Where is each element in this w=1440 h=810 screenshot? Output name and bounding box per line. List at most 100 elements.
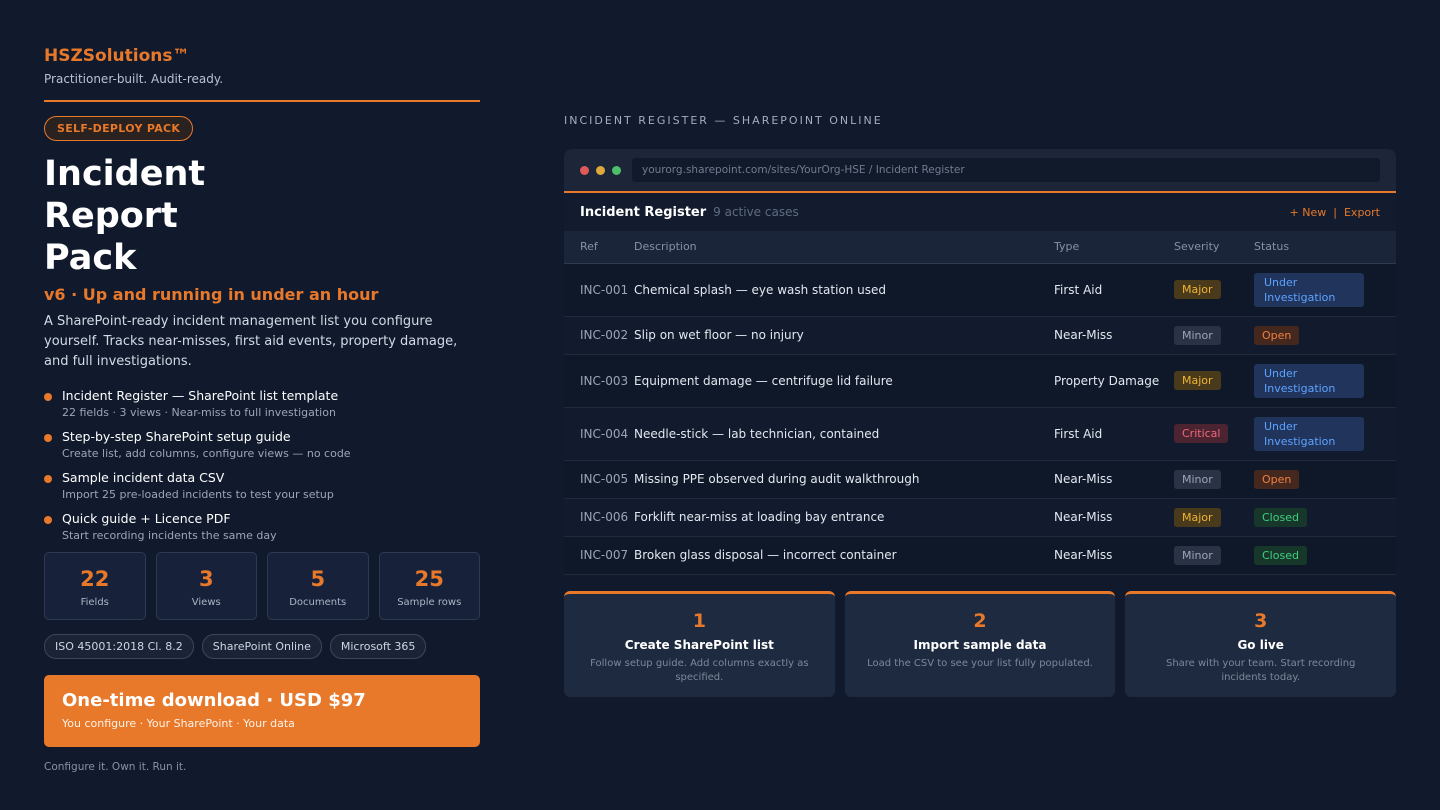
cell-status: Closed: [1254, 498, 1396, 537]
status-badge: Under Investigation: [1254, 272, 1364, 307]
stat-value: 22: [80, 567, 110, 591]
stats-row: 22 Fields 3 Views 5 Documents 25 Sample …: [44, 552, 480, 620]
bullet-icon: [44, 516, 52, 524]
feature-subtitle: Start recording incidents the same day: [62, 529, 277, 542]
version-line: v6 · Up and running in under an hour: [44, 285, 379, 304]
cell-ref: INC-002: [564, 316, 634, 355]
cell-severity: Major: [1174, 498, 1254, 537]
step-number: 1: [692, 609, 706, 632]
maximize-window-icon[interactable]: [612, 165, 621, 175]
step-title: Import sample data: [913, 637, 1047, 652]
table-row[interactable]: INC-006 Forklift near-miss at loading bay…: [564, 498, 1396, 537]
table-row[interactable]: INC-002 Slip on wet floor — no injury Near…: [564, 316, 1396, 355]
minimize-window-icon[interactable]: [596, 165, 605, 175]
feature-item: Step-by-step SharePoint setup guide Crea…: [44, 429, 480, 460]
feature-item: Quick guide + Licence PDF Start recordin…: [44, 511, 480, 542]
column-header-status[interactable]: Status: [1254, 231, 1396, 264]
severity-badge: Major: [1174, 371, 1221, 390]
feature-subtitle: 22 fields · 3 views · Near-miss to full …: [62, 406, 336, 419]
stat-card-views: 3 Views: [155, 552, 257, 620]
table-row[interactable]: INC-005 Missing PPE observed during audit…: [564, 460, 1396, 499]
status-badge: Open: [1254, 469, 1300, 489]
cell-severity: Major: [1174, 354, 1254, 408]
product-panel: HSZSolutions™ Practitioner-built. Audit-…: [44, 46, 480, 773]
cell-ref: INC-004: [564, 407, 634, 461]
feature-list: Incident Register — SharePoint list temp…: [44, 388, 480, 542]
cell-severity: Minor: [1174, 460, 1254, 499]
column-header-severity[interactable]: Severity: [1174, 231, 1254, 264]
feature-title: Incident Register — SharePoint list temp…: [62, 388, 339, 403]
browser-chrome: yourorg.sharepoint.com/sites/YourOrg-HSE…: [564, 149, 1396, 193]
column-header-ref[interactable]: Ref: [564, 231, 634, 264]
cell-severity: Minor: [1174, 536, 1254, 575]
feature-item: Sample incident data CSV Import 25 pre-l…: [44, 470, 480, 501]
stat-label: Views: [191, 597, 221, 608]
cell-type: Near-Miss: [1054, 536, 1174, 575]
cell-ref: INC-006: [564, 498, 634, 537]
cell-type: First Aid: [1054, 407, 1174, 461]
list-actions: + New | Export: [1290, 206, 1380, 219]
status-badge: Under Investigation: [1254, 363, 1364, 398]
severity-badge: Major: [1174, 280, 1221, 299]
cell-severity: Minor: [1174, 316, 1254, 355]
download-button[interactable]: One-time download · USD $97 You configur…: [44, 675, 480, 747]
cell-type: Property Damage: [1054, 354, 1174, 408]
list-header: Incident Register 9 active cases + New | E…: [564, 193, 1396, 231]
product-title: Incident Report Pack: [44, 154, 206, 278]
address-bar[interactable]: yourorg.sharepoint.com/sites/YourOrg-HSE…: [632, 158, 1380, 182]
tag-chips: ISO 45001:2018 Cl. 8.2 SharePoint Online…: [44, 634, 480, 659]
export-link[interactable]: Export: [1344, 206, 1380, 219]
cell-description: Missing PPE observed during audit walkth…: [634, 460, 1054, 499]
cell-description: Equipment damage — centrifuge lid failur…: [634, 354, 1054, 408]
column-header-type[interactable]: Type: [1054, 231, 1174, 264]
status-badge: Under Investigation: [1254, 416, 1364, 451]
step-number: 2: [973, 609, 987, 632]
cell-status: Open: [1254, 460, 1396, 499]
step-card: 2 Import sample data Load the CSV to see…: [844, 590, 1116, 697]
cell-status: Open: [1254, 316, 1396, 355]
cell-ref: INC-003: [564, 354, 634, 408]
severity-badge: Minor: [1174, 545, 1221, 565]
cell-status: Under Investigation: [1254, 354, 1396, 408]
table-row[interactable]: INC-007 Broken glass disposal — incorrect…: [564, 536, 1396, 575]
table-body: INC-001 Chemical splash — eye wash statio…: [564, 263, 1396, 575]
cell-ref: INC-005: [564, 460, 634, 499]
feature-title: Quick guide + Licence PDF: [62, 511, 231, 526]
close-window-icon[interactable]: [580, 165, 589, 175]
step-title: Create SharePoint list: [624, 637, 774, 652]
new-item-link[interactable]: + New: [1290, 206, 1327, 219]
stat-value: 5: [310, 567, 326, 591]
table-row[interactable]: INC-003 Equipment damage — centrifuge lid…: [564, 354, 1396, 408]
status-badge: Closed: [1254, 507, 1307, 527]
severity-badge: Major: [1174, 507, 1221, 527]
bullet-icon: [44, 475, 52, 483]
cell-type: Near-Miss: [1054, 498, 1174, 537]
cell-description: Slip on wet floor — no injury: [634, 316, 1054, 355]
table-row[interactable]: INC-001 Chemical splash — eye wash statio…: [564, 263, 1396, 317]
product-description: A SharePoint-ready incident management l…: [44, 314, 458, 369]
step-number: 3: [1254, 609, 1268, 632]
cell-ref: INC-007: [564, 536, 634, 575]
table-row[interactable]: INC-004 Needle-stick — lab technician, co…: [564, 407, 1396, 461]
brand-tagline: Practitioner-built. Audit-ready.: [44, 72, 224, 86]
stat-card-documents: 5 Documents: [267, 552, 369, 620]
step-card: 1 Create SharePoint list Follow setup gu…: [564, 590, 835, 697]
cell-status: Closed: [1254, 536, 1396, 575]
brand-divider: [44, 100, 480, 102]
feature-title: Sample incident data CSV: [62, 470, 225, 485]
chip-sharepoint: SharePoint Online: [201, 634, 322, 659]
download-button-label: One-time download · USD $97: [62, 690, 366, 711]
incident-table: Ref Description Type Severity Status INC…: [564, 231, 1396, 575]
cell-severity: Critical: [1174, 407, 1254, 461]
severity-badge: Minor: [1174, 469, 1221, 489]
severity-badge: Minor: [1174, 325, 1221, 345]
column-header-description[interactable]: Description: [634, 231, 1054, 264]
feature-subtitle: Create list, add columns, configure view…: [62, 447, 351, 460]
step-description: Load the CSV to see your list fully popu…: [867, 657, 1093, 669]
stat-value: 25: [414, 567, 444, 591]
step-title: Go live: [1237, 637, 1284, 652]
step-description: Follow setup guide. Add columns exactly …: [590, 657, 809, 683]
stat-card-fields: 22 Fields: [44, 552, 146, 620]
browser-window: yourorg.sharepoint.com/sites/YourOrg-HSE…: [564, 149, 1396, 575]
status-badge: Open: [1254, 325, 1300, 345]
